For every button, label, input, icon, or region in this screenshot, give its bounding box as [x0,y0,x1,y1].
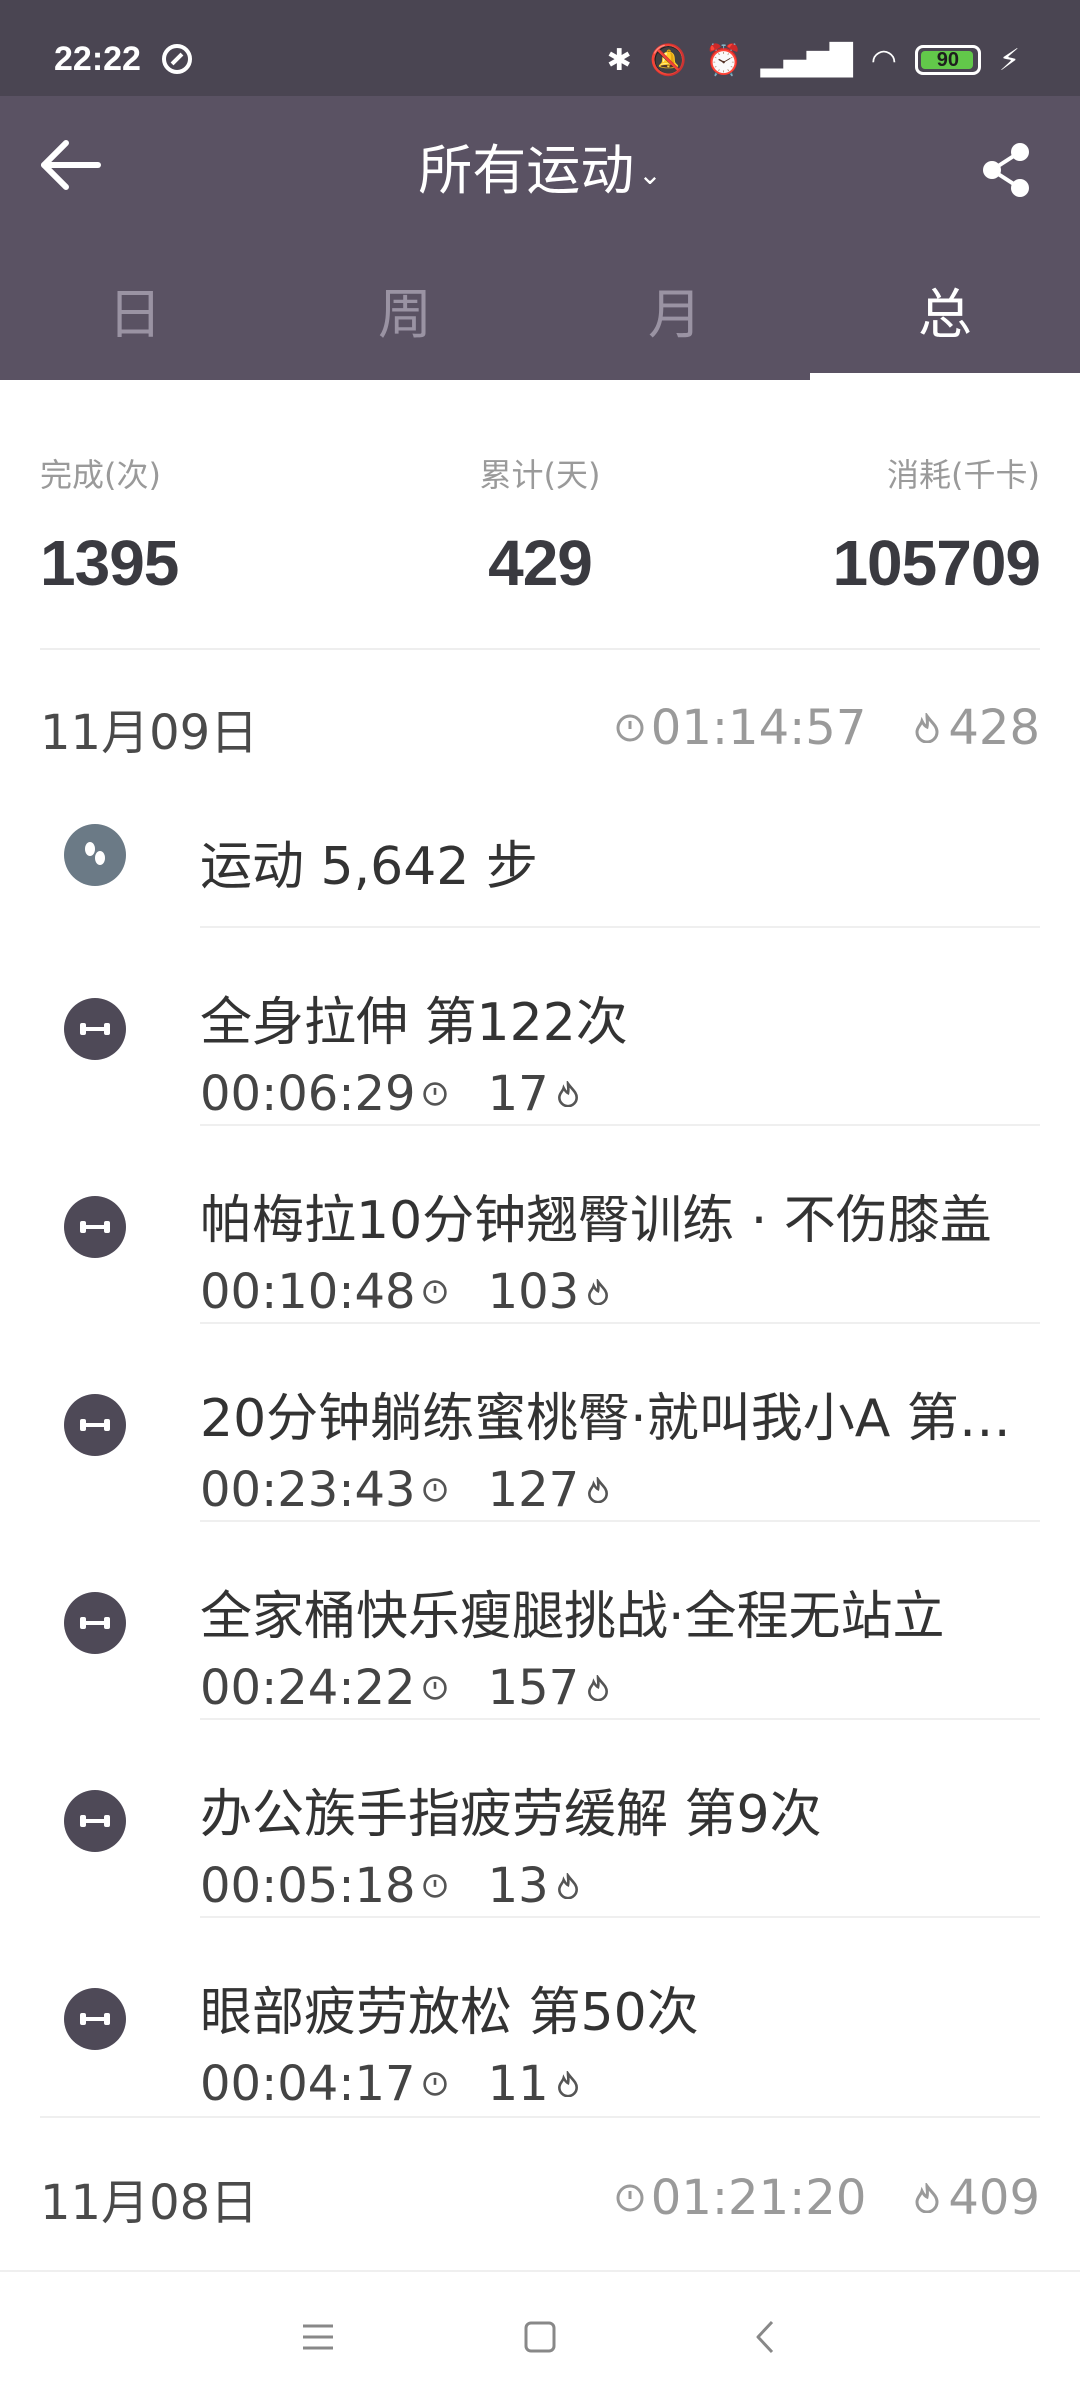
activity-duration: 00:04:17 [200,2056,416,2112]
flame-icon [915,2183,939,2213]
clock-icon [422,1478,447,1502]
activity-stats: 00:04:17 11 [200,2056,621,2112]
activity-name: 帕梅拉10分钟翘臀训练 · 不伤膝盖 [200,1191,992,1251]
do-not-disturb-icon [162,44,192,74]
battery-icon: 90 [914,45,981,75]
clock-icon [422,1280,447,1304]
clock-icon [616,2184,644,2212]
activity-duration: 00:24:22 [200,1660,416,1716]
system-nav-bar [0,2270,1080,2400]
activity-stats: 00:23:43 127 [200,1462,651,1518]
wifi-icon: ◠ [870,42,897,78]
status-icons: ✱ 🔕 ⏰ ▂▄▆█ ◠ 90 ⚡ [607,40,1020,80]
activity-calories: 127 [487,1462,580,1518]
flame-icon [588,1279,609,1305]
status-bar: 22:22 ✱ 🔕 ⏰ ▂▄▆█ ◠ 90 ⚡ [0,0,1080,96]
day-header[interactable]: 11月08日 01:21:20 409 [40,2138,1040,2258]
dumbbell-icon [64,1592,126,1654]
battery-level: 90 [936,48,960,71]
mute-icon: 🔕 [649,42,688,78]
flame-icon [915,713,939,743]
flame-icon [557,1873,578,1899]
activity-duration: 00:10:48 [200,1264,416,1320]
divider [40,2116,1040,2118]
clock-icon [422,1082,447,1106]
menu-icon[interactable] [293,2312,343,2362]
steps-text: 运动 5,642 步 [200,837,538,897]
title-text: 所有运动 [418,139,635,202]
dumbbell-icon [64,998,126,1060]
activity-item[interactable]: 全身拉伸 第122次 00:06:29 17 [0,928,1080,1126]
chevron-down-icon: ⌄ [638,157,662,191]
dumbbell-icon [64,1394,126,1456]
day-calories: 409 [948,2170,1040,2226]
activity-stats: 00:05:18 13 [200,1858,621,1914]
clock-icon [422,1676,447,1700]
period-tabs: 日 周 月 总 [0,250,1080,380]
activity-name: 眼部疲劳放松 第50次 [200,1983,699,2043]
activity-calories: 17 [487,1066,549,1122]
activity-duration: 00:05:18 [200,1858,416,1914]
activity-calories: 13 [487,1858,549,1914]
activity-stats: 00:06:29 17 [200,1066,621,1122]
steps-row[interactable]: 运动 5,642 步 [0,790,1080,928]
tab-day[interactable]: 日 [0,250,270,380]
charging-icon: ⚡ [998,42,1020,78]
activity-item[interactable]: 20分钟躺练蜜桃臀·就叫我小A 第3次 00:23:43 127 [0,1324,1080,1522]
activity-name: 办公族手指疲劳缓解 第9次 [200,1785,822,1845]
tab-month[interactable]: 月 [540,250,810,380]
day-duration: 01:21:20 [650,2170,867,2226]
dumbbell-icon [64,1988,126,2050]
calories-stat: 消耗(千卡) 105709 [832,380,1041,600]
activity-item[interactable]: 全家桶快乐瘦腿挑战·全程无站立 00:24:22 157 [0,1522,1080,1720]
activity-duration: 00:23:43 [200,1462,416,1518]
day-duration: 01:14:57 [650,700,867,756]
activity-stats: 00:10:48 103 [200,1264,651,1320]
day-meta: 01:21:20 409 [615,2170,1040,2226]
dumbbell-icon [64,1790,126,1852]
calories-label: 消耗(千卡) [887,456,1040,494]
share-icon[interactable] [978,140,1034,200]
back-icon[interactable] [742,2312,792,2362]
tab-total[interactable]: 总 [810,250,1080,380]
dumbbell-icon [64,1196,126,1258]
activity-item[interactable]: 帕梅拉10分钟翘臀训练 · 不伤膝盖 00:10:48 103 [0,1126,1080,1324]
day-date: 11月09日 [40,705,259,761]
calories-value: 105709 [832,527,1041,599]
status-time: 22:22 [54,40,141,78]
activity-item[interactable]: 办公族手指疲劳缓解 第9次 00:05:18 13 [0,1720,1080,1918]
day-date: 11月08日 [40,2175,259,2231]
flame-icon [557,2071,578,2097]
home-icon[interactable] [515,2312,565,2362]
day-meta: 01:14:57 428 [615,700,1040,756]
activity-calories: 103 [487,1264,580,1320]
flame-icon [588,1477,609,1503]
activity-name: 20分钟躺练蜜桃臀·就叫我小A 第3次 [200,1389,1020,1449]
clock-icon [422,1874,447,1898]
signal-icon: ▂▄▆█ [760,42,853,78]
flame-icon [588,1675,609,1701]
page-title[interactable]: 所有运动 ⌄ [0,126,1080,205]
activity-stats: 00:24:22 157 [200,1660,651,1716]
clock-icon [616,714,644,742]
activity-name: 全家桶快乐瘦腿挑战·全程无站立 [200,1587,945,1647]
activity-duration: 00:06:29 [200,1066,416,1122]
summary-stats: 完成(次) 1395 累计(天) 429 消耗(千卡) 105709 [40,380,1041,650]
activity-item[interactable]: 眼部疲劳放松 第50次 00:04:17 11 [0,1918,1080,2116]
footsteps-icon [64,824,126,886]
bluetooth-icon: ✱ [606,42,632,78]
day-header[interactable]: 11月09日 01:14:57 428 [40,668,1040,788]
tab-week[interactable]: 周 [270,250,540,380]
day-calories: 428 [948,700,1040,756]
clock-icon [422,2072,447,2096]
activity-name: 全身拉伸 第122次 [200,993,628,1053]
activity-calories: 11 [487,2056,549,2112]
flame-icon [557,1081,578,1107]
activity-calories: 157 [487,1660,580,1716]
alarm-icon: ⏰ [705,42,743,78]
